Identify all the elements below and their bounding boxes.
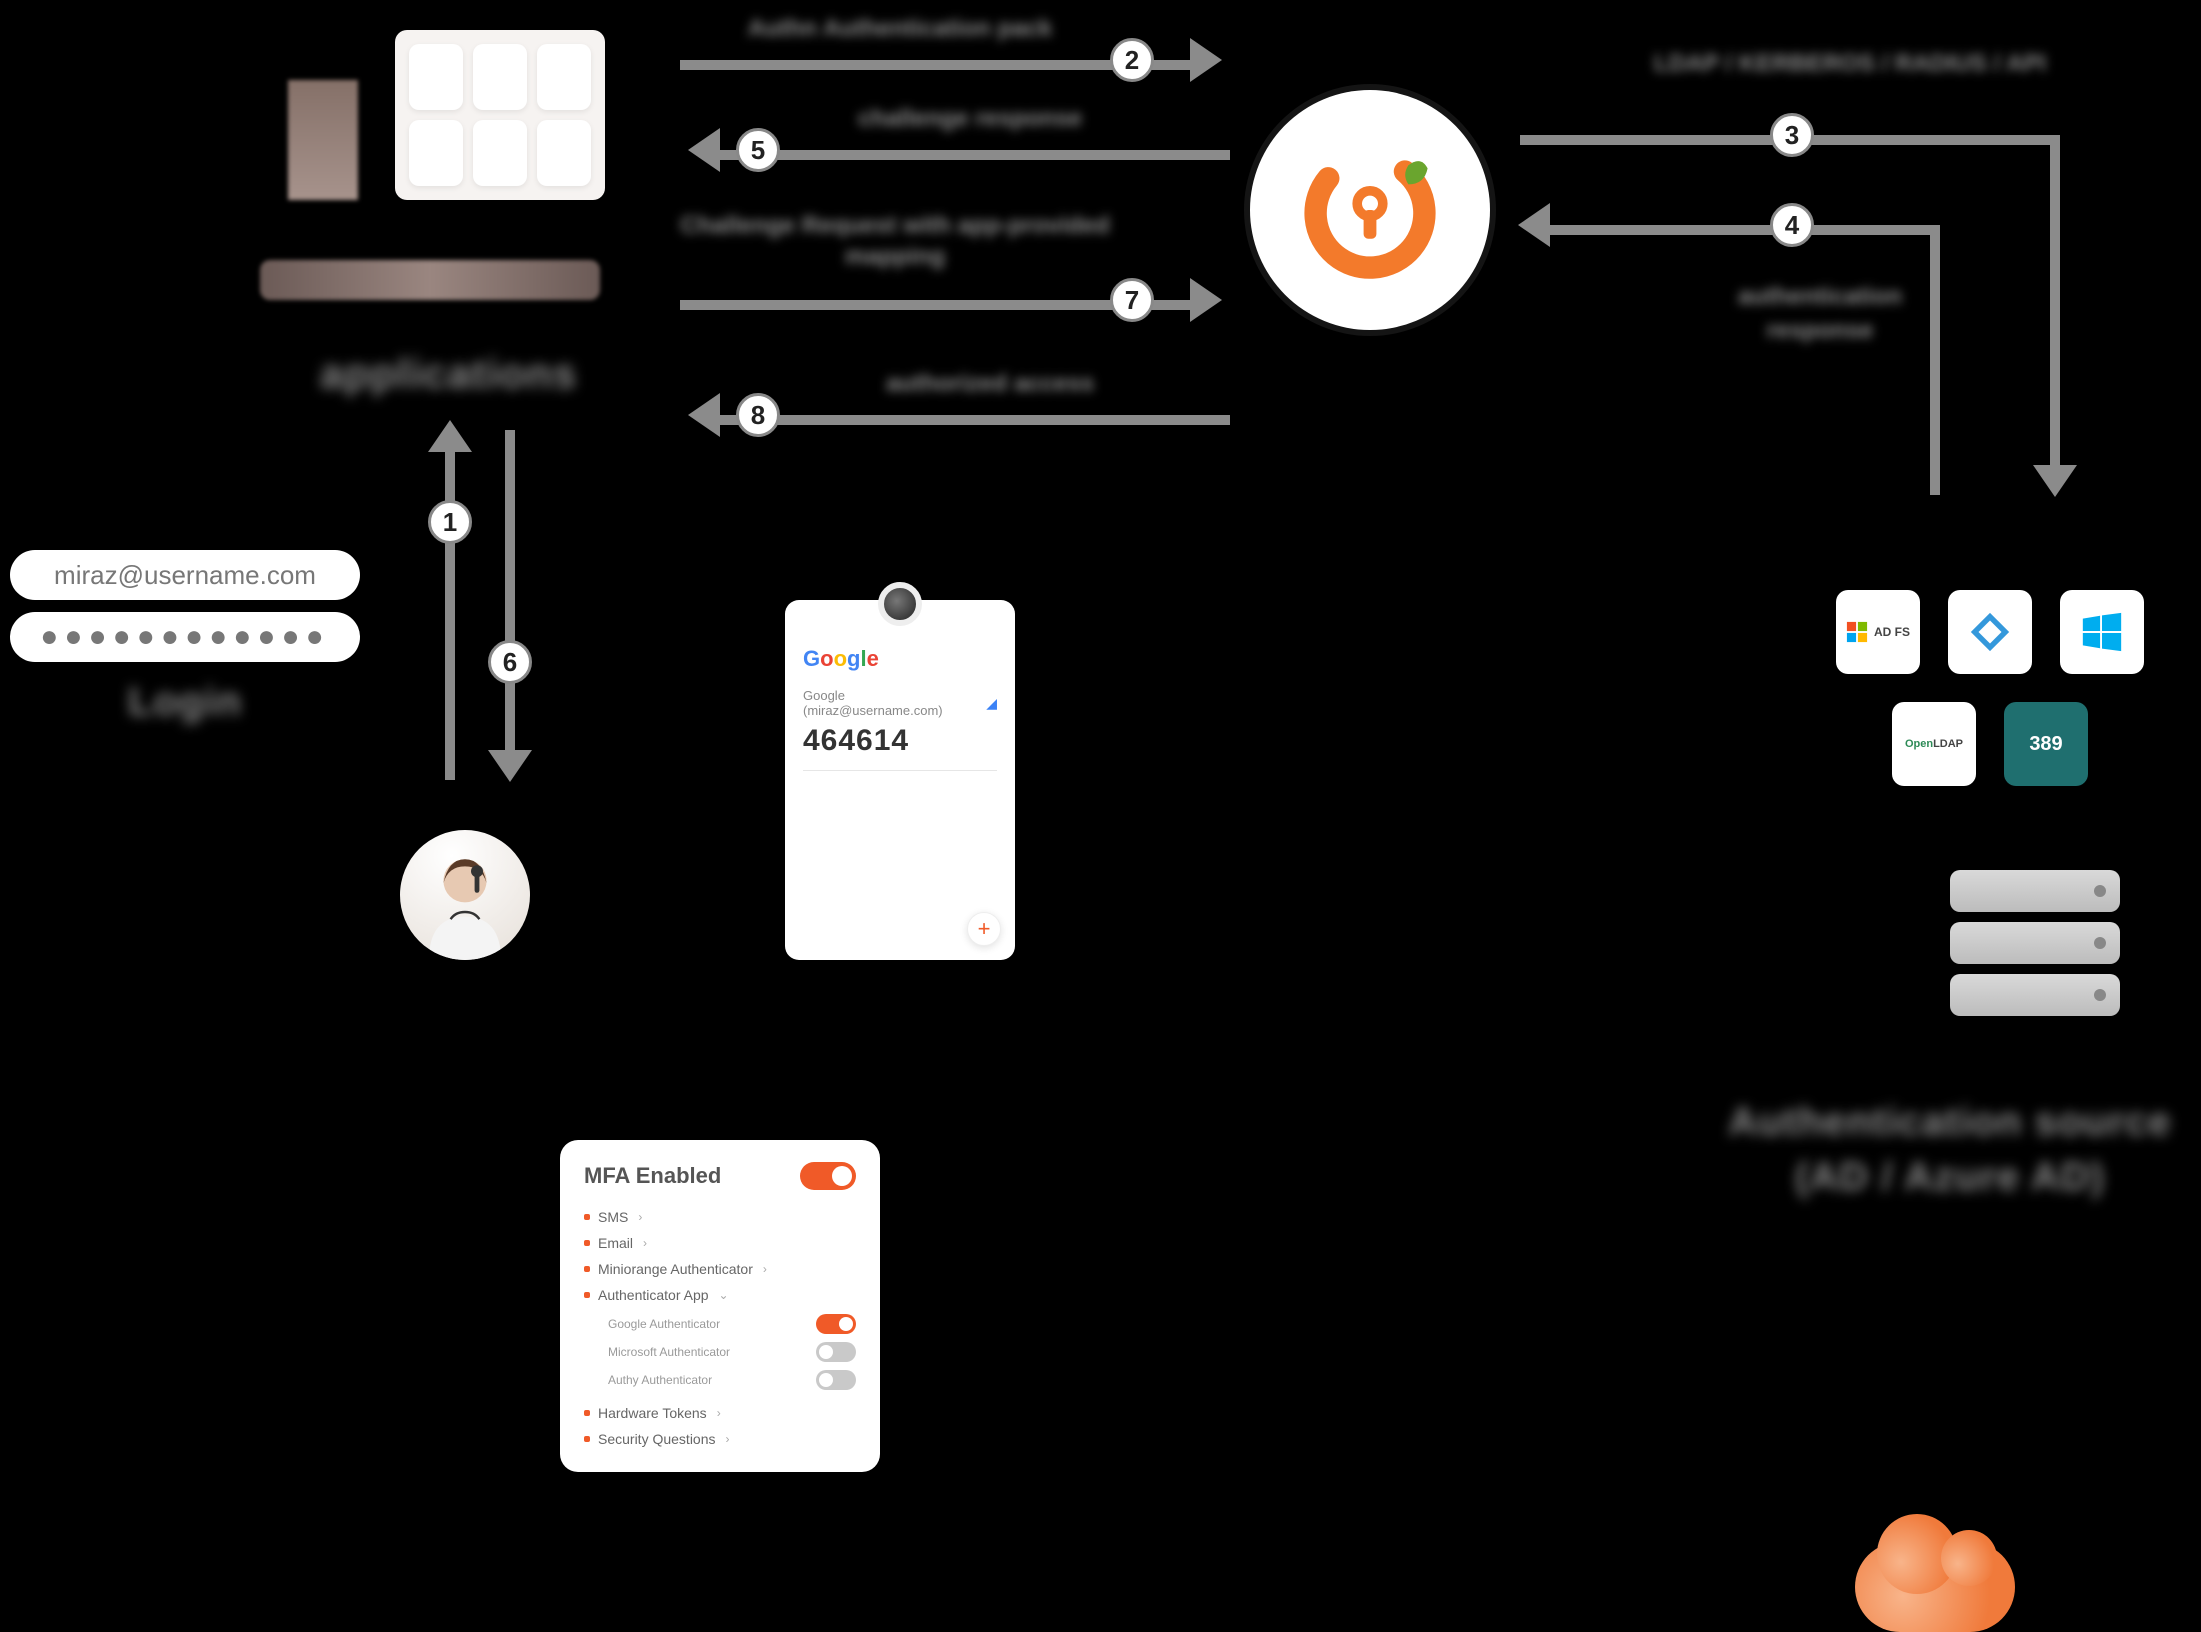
login-password[interactable]: ●●●●●●●●●●●● [10,612,360,662]
signal-icon: ◢ [986,695,997,712]
step-1: 1 [428,500,472,544]
login-username[interactable]: miraz@username.com [10,550,360,600]
server-stack [1950,870,2120,1026]
miniorange-idp [1250,90,1490,330]
windows-icon [2079,609,2125,655]
arrow7-head [1190,278,1222,322]
arrow2-head [1190,38,1222,82]
tile-adfs: AD FS [1836,590,1920,674]
microsoft-icon [1846,621,1868,643]
step-5: 5 [736,128,780,172]
arrow4-label: authentication response [1690,280,1950,347]
arrow3-label: LDAP / KERBEROS / RADIUS / API [1590,50,2110,78]
server-row [1950,870,2120,912]
login-password-mask: ●●●●●●●●●●●● [40,622,329,652]
phone-camera-icon [878,582,922,626]
arrow8-head [688,393,720,437]
arrow7-label: Challenge Request with app-provided mapp… [680,210,1110,272]
mfa-sub-authy[interactable]: Authy Authenticator [608,1366,856,1394]
google-logo: Google [803,646,997,672]
step-8: 8 [736,393,780,437]
mfa-sub-microsoft[interactable]: Microsoft Authenticator [608,1338,856,1366]
cloud-icon [1855,1542,2015,1632]
arrow4-hbar [1550,225,1930,235]
arrow6-bar [505,430,515,750]
arrow8-label: authorized access [810,370,1170,398]
server-row [1950,974,2120,1016]
tile-azure-ad [1948,590,2032,674]
mfa-item-security-questions[interactable]: Security Questions› [584,1426,856,1452]
mfa-card: MFA Enabled SMS› Email› Miniorange Authe… [560,1140,880,1472]
miniorange-icon [1290,130,1450,290]
toggle-authy-auth[interactable] [816,1370,856,1390]
mfa-title: MFA Enabled [584,1163,721,1189]
authenticator-code: 464614 [803,724,997,758]
arrow4-vbar [1930,225,1940,495]
login-block: miraz@username.com ●●●●●●●●●●●● Login [10,550,360,725]
login-label: Login [10,680,360,725]
user-avatar [400,830,530,960]
tile-openldap: OpenOpenLDAPLDAP [1892,702,1976,786]
authenticator-phone: Google Google (miraz@username.com) ◢ 464… [785,600,1015,960]
avatar-person-icon [405,840,525,960]
mfa-method-list: SMS› Email› Miniorange Authenticator› Au… [584,1204,856,1308]
azure-ad-icon [1967,609,2013,655]
add-account-button[interactable]: + [967,912,1001,946]
toggle-google-auth[interactable] [816,1314,856,1334]
mfa-sub-google[interactable]: Google Authenticator [608,1310,856,1338]
authenticator-account: Google (miraz@username.com) [803,688,986,718]
tile-389: 389 [2004,702,2088,786]
arrow6-head [488,750,532,782]
server-row [1950,922,2120,964]
mfa-authapp-sublist: Google Authenticator Microsoft Authentic… [584,1308,856,1398]
application-neck [288,80,358,200]
application-grid-icon [395,30,605,200]
step-4: 4 [1770,203,1814,247]
arrow5-bar [720,150,1230,160]
step-7: 7 [1110,278,1154,322]
authsource-caption2: (AD / Azure AD) [1720,1155,2180,1200]
arrow5-label: challenge response [790,105,1150,133]
arrow4-head [1518,203,1550,247]
arrow3-head [2033,465,2077,497]
arrow2-label: Authn Authentication pack [680,15,1120,43]
authsource-caption1: Authentication source [1720,1100,2180,1145]
mfa-item-hardware[interactable]: Hardware Tokens› [584,1400,856,1426]
arrow5-head [688,128,720,172]
mfa-item-email[interactable]: Email› [584,1230,856,1256]
applications-label: applications [320,350,577,398]
step-2: 2 [1110,38,1154,82]
tile-windows [2060,590,2144,674]
toggle-microsoft-auth[interactable] [816,1342,856,1362]
application-stand [260,260,600,300]
step-6: 6 [488,640,532,684]
step-3: 3 [1770,113,1814,157]
mfa-enabled-toggle[interactable] [800,1162,856,1190]
mfa-item-sms[interactable]: SMS› [584,1204,856,1230]
arrow3-vbar [2050,135,2060,465]
arrow8-bar [720,415,1230,425]
mfa-item-miniorange[interactable]: Miniorange Authenticator› [584,1256,856,1282]
mfa-item-authapp[interactable]: Authenticator App⌄ [584,1282,856,1308]
authsource-tiles: AD FS OpenOpenLDAPLDAP 389 [1820,590,2160,786]
arrow1-head [428,420,472,452]
login-username-value: miraz@username.com [54,560,316,591]
